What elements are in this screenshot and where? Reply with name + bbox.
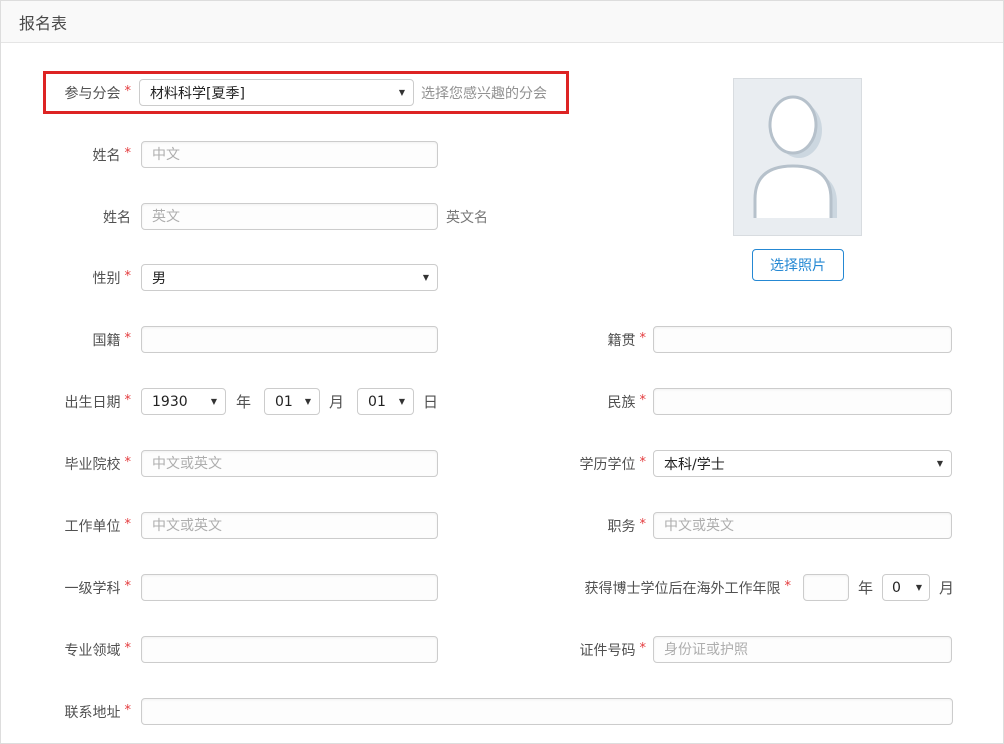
field-label: 专业领域 * xyxy=(1,640,131,660)
degree-label: 学历学位 * xyxy=(421,454,646,474)
row-discipline: 一级学科 * xyxy=(1,574,438,601)
required-asterisk: * xyxy=(640,393,647,408)
required-asterisk: * xyxy=(785,579,792,594)
name-cn-input[interactable] xyxy=(141,141,438,168)
row-employer: 工作单位 * xyxy=(1,512,438,539)
year-unit-label: 年 xyxy=(858,577,873,598)
required-asterisk: * xyxy=(125,146,132,161)
overseas-years-label: 获得博士学位后在海外工作年限 * xyxy=(421,578,791,598)
dropdown-caret-icon: ▼ xyxy=(211,397,217,406)
required-asterisk: * xyxy=(125,393,132,408)
row-address: 联系地址 * xyxy=(1,698,953,725)
panel-header: 报名表 xyxy=(1,1,1003,43)
position-label: 职务 * xyxy=(421,516,646,536)
row-overseas-years: 获得博士学位后在海外工作年限 * 年 0 ▼ 月 xyxy=(421,574,954,601)
branch-select[interactable]: 材料科学[夏季] ▼ xyxy=(139,79,414,106)
branch-label: 参与分会 * xyxy=(1,83,131,103)
name-en-input[interactable] xyxy=(141,203,438,230)
row-nationality: 国籍 * xyxy=(1,326,438,353)
employer-input[interactable] xyxy=(141,512,438,539)
choose-photo-button[interactable]: 选择照片 xyxy=(752,249,844,281)
address-input[interactable] xyxy=(141,698,953,725)
nationality-input[interactable] xyxy=(141,326,438,353)
row-graduate-school: 毕业院校 * xyxy=(1,450,438,477)
row-native-place: 籍贯 * xyxy=(421,326,952,353)
row-name-en: 姓名 英文名 xyxy=(1,203,488,230)
name-en-hint: 英文名 xyxy=(446,207,488,227)
graduate-school-label: 毕业院校 * xyxy=(1,454,131,474)
branch-hint: 选择您感兴趣的分会 xyxy=(421,83,547,103)
ethnicity-input[interactable] xyxy=(653,388,952,415)
row-branch: 参与分会 * 材料科学[夏季] ▼ 选择您感兴趣的分会 xyxy=(1,79,547,106)
degree-select[interactable]: 本科/学士 ▼ xyxy=(653,450,952,477)
required-asterisk: * xyxy=(125,641,132,656)
dropdown-caret-icon: ▼ xyxy=(937,459,943,468)
required-asterisk: * xyxy=(125,703,132,718)
address-label: 联系地址 * xyxy=(1,702,131,722)
row-birth-date: 出生日期 * 1930 ▼ 年 01 ▼ 月 01 ▼ 日 xyxy=(1,388,438,415)
required-asterisk: * xyxy=(125,517,132,532)
overseas-years-input[interactable] xyxy=(803,574,849,601)
id-number-input[interactable] xyxy=(653,636,952,663)
month-unit-label: 月 xyxy=(329,391,344,412)
dropdown-caret-icon: ▼ xyxy=(423,273,429,282)
native-place-label: 籍贯 * xyxy=(421,330,646,350)
row-ethnicity: 民族 * xyxy=(421,388,952,415)
required-asterisk: * xyxy=(640,455,647,470)
page-title: 报名表 xyxy=(19,10,67,34)
field-input[interactable] xyxy=(141,636,438,663)
required-asterisk: * xyxy=(125,269,132,284)
row-id-number: 证件号码 * xyxy=(421,636,952,663)
name-en-label: 姓名 xyxy=(1,207,131,227)
graduate-school-input[interactable] xyxy=(141,450,438,477)
person-silhouette-icon xyxy=(748,94,848,220)
birth-date-label: 出生日期 * xyxy=(1,392,131,412)
row-name-cn: 姓名 * xyxy=(1,141,438,168)
position-input[interactable] xyxy=(653,512,952,539)
row-degree: 学历学位 * 本科/学士 ▼ xyxy=(421,450,952,477)
birth-day-select[interactable]: 01 ▼ xyxy=(357,388,414,415)
required-asterisk: * xyxy=(640,641,647,656)
nationality-label: 国籍 * xyxy=(1,330,131,350)
name-cn-label: 姓名 * xyxy=(1,145,131,165)
birth-month-select[interactable]: 01 ▼ xyxy=(264,388,320,415)
row-gender: 性别 * 男 ▼ xyxy=(1,264,438,291)
native-place-input[interactable] xyxy=(653,326,952,353)
ethnicity-label: 民族 * xyxy=(421,392,646,412)
required-asterisk: * xyxy=(125,84,132,99)
required-asterisk: * xyxy=(640,331,647,346)
row-field: 专业领域 * xyxy=(1,636,438,663)
discipline-label: 一级学科 * xyxy=(1,578,131,598)
required-asterisk: * xyxy=(125,455,132,470)
year-unit-label: 年 xyxy=(236,391,251,412)
dropdown-caret-icon: ▼ xyxy=(399,397,405,406)
dropdown-caret-icon: ▼ xyxy=(916,583,922,592)
required-asterisk: * xyxy=(125,579,132,594)
required-asterisk: * xyxy=(125,331,132,346)
dropdown-caret-icon: ▼ xyxy=(305,397,311,406)
gender-select[interactable]: 男 ▼ xyxy=(141,264,438,291)
dropdown-caret-icon: ▼ xyxy=(399,88,405,97)
required-asterisk: * xyxy=(640,517,647,532)
registration-form-panel: 报名表 参与分会 * 材料科学[夏季] ▼ 选择您感兴趣的分会 姓名 * 姓名 … xyxy=(0,0,1004,744)
birth-year-select[interactable]: 1930 ▼ xyxy=(141,388,226,415)
month-unit-label: 月 xyxy=(939,577,954,598)
employer-label: 工作单位 * xyxy=(1,516,131,536)
row-position: 职务 * xyxy=(421,512,952,539)
photo-placeholder xyxy=(733,78,862,236)
discipline-input[interactable] xyxy=(141,574,438,601)
gender-label: 性别 * xyxy=(1,268,131,288)
overseas-months-select[interactable]: 0 ▼ xyxy=(882,574,930,601)
id-number-label: 证件号码 * xyxy=(421,640,646,660)
